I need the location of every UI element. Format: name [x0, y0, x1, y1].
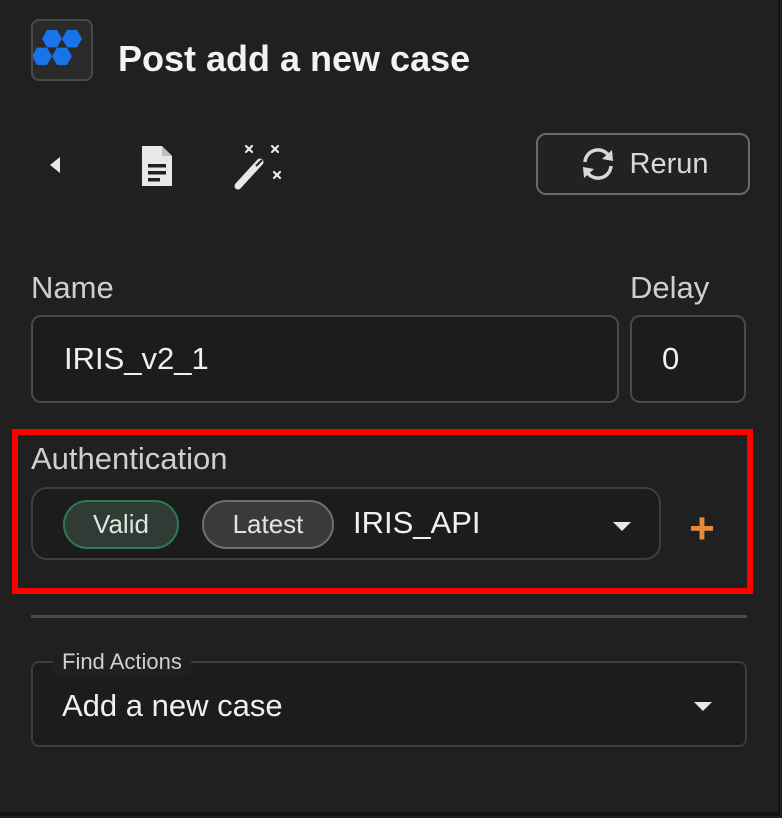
hexagon-cluster-icon	[33, 30, 82, 65]
divider	[31, 615, 747, 618]
refresh-icon	[582, 148, 613, 180]
find-actions-label: Find Actions	[53, 649, 191, 675]
name-label: Name	[31, 270, 114, 305]
chevron-down-icon[interactable]	[694, 702, 712, 711]
rerun-label: Rerun	[629, 147, 709, 180]
name-value: IRIS_v2_1	[64, 341, 209, 376]
find-actions-value: Add a new case	[62, 688, 283, 723]
magic-wand-icon[interactable]	[230, 140, 286, 192]
authentication-label: Authentication	[31, 441, 228, 476]
rerun-button[interactable]: Rerun	[536, 133, 750, 195]
delay-input[interactable]: 0	[630, 315, 746, 403]
valid-chip: Valid	[63, 500, 179, 549]
step-panel: Post add a new case Rerun Name Delay IRI…	[0, 0, 780, 816]
delay-value: 0	[662, 341, 680, 376]
latest-chip: Latest	[202, 500, 334, 549]
chevron-down-icon[interactable]	[613, 522, 631, 531]
find-actions-select[interactable]: Find Actions Add a new case	[31, 649, 747, 747]
app-logo	[31, 19, 93, 81]
delay-label: Delay	[630, 270, 710, 305]
name-input[interactable]: IRIS_v2_1	[31, 315, 619, 403]
authentication-value: IRIS_API	[353, 505, 481, 540]
authentication-select[interactable]: Valid Latest IRIS_API	[31, 487, 661, 560]
add-authentication-button[interactable]: +	[684, 507, 720, 551]
page-title: Post add a new case	[118, 38, 471, 79]
document-icon[interactable]	[134, 142, 180, 190]
caret-left-icon[interactable]	[40, 148, 70, 182]
